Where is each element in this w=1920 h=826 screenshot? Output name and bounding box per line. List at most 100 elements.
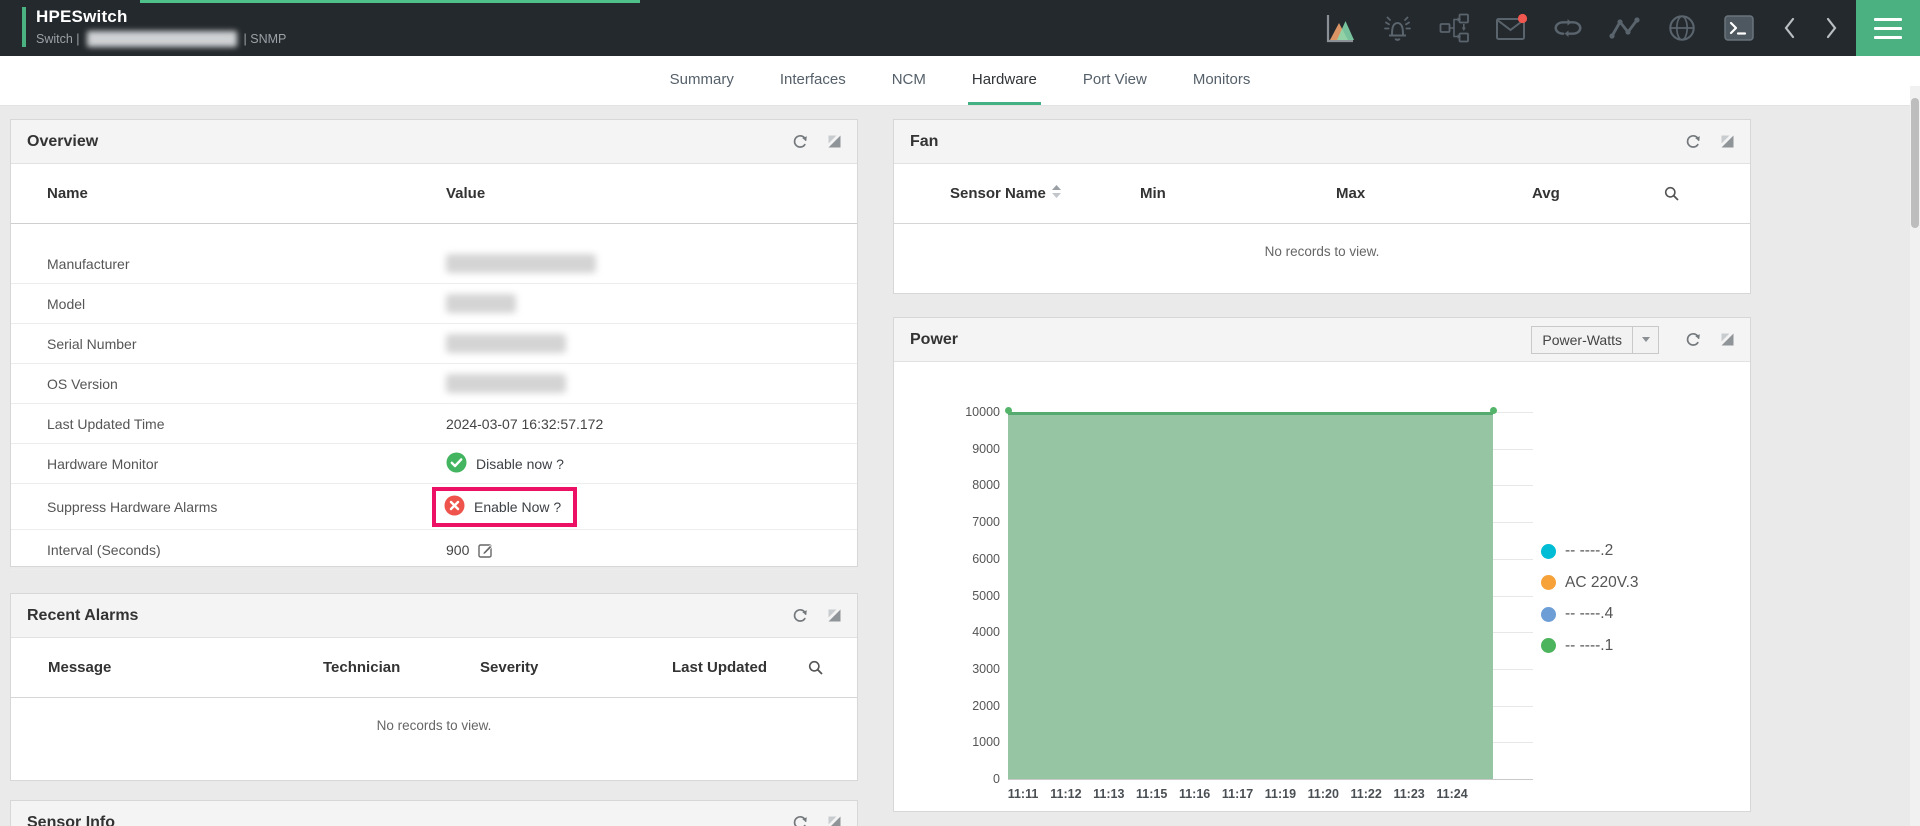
sort-icon[interactable]: [1051, 184, 1061, 203]
scrollbar-thumb[interactable]: [1911, 98, 1919, 228]
legend-item-1[interactable]: -- ----.1: [1541, 637, 1613, 655]
legend-label: AC 220V.3: [1565, 573, 1639, 591]
device-tabs: Summary Interfaces NCM Hardware Port View Mon…: [0, 56, 1920, 106]
vertical-scrollbar[interactable]: [1910, 86, 1920, 826]
x-axis-tick: 11:15: [1136, 787, 1168, 801]
fan-panel-title: Fan: [910, 132, 939, 150]
legend-item-ac-220v-3[interactable]: AC 220V.3: [1541, 574, 1639, 592]
row-value: 900: [446, 541, 470, 558]
refresh-icon[interactable]: [1685, 332, 1701, 348]
y-axis-tick: 8000: [972, 478, 1000, 493]
legend-dot: [1541, 543, 1556, 559]
redacted-value: [446, 374, 566, 393]
recent-alarms-panel: Recent Alarms Message Technician Severity L…: [10, 593, 858, 781]
status-off-icon: [444, 495, 465, 519]
row-label: Model: [47, 295, 86, 312]
disable-now-link[interactable]: Disable now ?: [476, 456, 564, 472]
refresh-icon[interactable]: [792, 815, 808, 826]
refresh-icon[interactable]: [792, 608, 808, 624]
area-series: [1008, 412, 1493, 779]
expand-icon[interactable]: [828, 609, 841, 622]
legend-item-4[interactable]: -- ----.4: [1541, 605, 1613, 623]
column-header-last-updated[interactable]: Last Updated: [672, 659, 808, 676]
column-header-max[interactable]: Max: [1336, 185, 1532, 202]
row-label: Last Updated Time: [47, 415, 165, 432]
top-bar: HPESwitch Switch | | SNMP: [0, 0, 1920, 56]
column-header-avg[interactable]: Avg: [1532, 185, 1664, 202]
x-axis-tick: 11:19: [1264, 787, 1297, 801]
overview-row-last-updated-time: Last Updated Time 2024-03-07 16:32:57.172: [11, 404, 857, 444]
column-header-severity[interactable]: Severity: [480, 659, 672, 676]
tab-hardware[interactable]: Hardware: [967, 56, 1041, 105]
recent-alarms-panel-title: Recent Alarms: [27, 606, 139, 624]
x-axis-tick: 11:24: [1436, 787, 1468, 801]
y-axis-tick: 1000: [972, 735, 1000, 750]
data-point-dot: [1004, 407, 1012, 414]
status-ok-icon: [446, 452, 467, 476]
row-label: Suppress Hardware Alarms: [47, 498, 218, 515]
y-axis-tick: 4000: [972, 625, 1000, 640]
mail-icon[interactable]: [1494, 11, 1528, 45]
expand-icon[interactable]: [828, 816, 841, 826]
device-type-label: Switch |: [36, 32, 80, 46]
row-label: Interval (Seconds): [47, 541, 161, 558]
overview-col-value: Value: [446, 185, 486, 202]
search-icon[interactable]: [1664, 186, 1684, 201]
alarm-bell-icon[interactable]: [1380, 11, 1414, 45]
y-axis-tick: 2000: [972, 698, 1000, 713]
redacted-value: [446, 254, 596, 273]
refresh-icon[interactable]: [1685, 134, 1701, 150]
column-header-technician[interactable]: Technician: [323, 659, 480, 676]
y-axis-tick: 0: [993, 772, 1000, 786]
legend-item-2[interactable]: -- ----.2: [1541, 542, 1613, 560]
legend-label: -- ----.1: [1565, 636, 1614, 654]
tab-monitors[interactable]: Monitors: [1189, 56, 1255, 105]
fan-empty-text: No records to view.: [1264, 244, 1380, 259]
performance-chart-icon[interactable]: [1323, 11, 1357, 45]
chevron-left-icon[interactable]: [1779, 11, 1799, 45]
row-label: OS Version: [47, 375, 118, 392]
overview-row-interval-seconds: Interval (Seconds) 900: [11, 530, 857, 570]
tab-ncm[interactable]: NCM: [888, 56, 930, 105]
pulse-icon[interactable]: [1608, 11, 1642, 45]
power-metric-dropdown[interactable]: Power-Watts: [1531, 325, 1659, 354]
expand-icon[interactable]: [828, 135, 841, 148]
row-value: 2024-03-07 16:32:57.172: [446, 415, 604, 432]
edit-icon[interactable]: [478, 542, 494, 558]
x-axis-tick: 11:22: [1350, 787, 1382, 801]
tab-summary[interactable]: Summary: [666, 56, 738, 105]
column-header-sensor-name[interactable]: Sensor Name: [950, 184, 1140, 203]
y-axis-tick: 3000: [972, 661, 1000, 676]
chevron-right-icon[interactable]: [1822, 11, 1842, 45]
overview-row-os-version: OS Version: [11, 364, 857, 404]
row-label: Hardware Monitor: [47, 455, 159, 472]
globe-icon[interactable]: [1665, 11, 1699, 45]
tab-interfaces[interactable]: Interfaces: [776, 56, 850, 105]
power-chart: 0 1000 2000 3000 4000 5000 6000 7000 8000 9000 100…: [894, 362, 1750, 811]
x-axis-tick: 11:20: [1307, 787, 1339, 801]
redacted-device-address: [86, 31, 237, 47]
recent-alarms-empty-text: No records to view.: [376, 718, 492, 733]
legend-label: -- ----.4: [1565, 605, 1614, 622]
terminal-icon[interactable]: [1722, 11, 1756, 45]
sync-loop-icon[interactable]: [1551, 11, 1585, 45]
overview-row-model: Model: [11, 284, 857, 324]
legend-dot: [1541, 638, 1556, 653]
tab-port-view[interactable]: Port View: [1079, 56, 1151, 105]
column-header-min[interactable]: Min: [1140, 185, 1336, 202]
device-brand: HPESwitch Switch | | SNMP: [22, 7, 286, 47]
expand-icon[interactable]: [1721, 135, 1734, 148]
refresh-icon[interactable]: [792, 134, 808, 150]
expand-icon[interactable]: [1721, 333, 1734, 346]
enable-now-link[interactable]: Enable Now ?: [474, 499, 561, 515]
column-header-message[interactable]: Message: [48, 659, 323, 676]
gridline: [1008, 779, 1533, 780]
search-icon[interactable]: [808, 660, 828, 675]
overview-row-hardware-monitor: Hardware Monitor Disable now ?: [11, 444, 857, 484]
chevron-down-icon: [1632, 326, 1658, 353]
y-axis-tick: 9000: [972, 441, 1000, 456]
overview-row-serial-number: Serial Number: [11, 324, 857, 364]
workflow-icon[interactable]: [1437, 11, 1471, 45]
x-axis-tick: 11:23: [1393, 787, 1425, 801]
menu-icon[interactable]: [1856, 0, 1920, 56]
